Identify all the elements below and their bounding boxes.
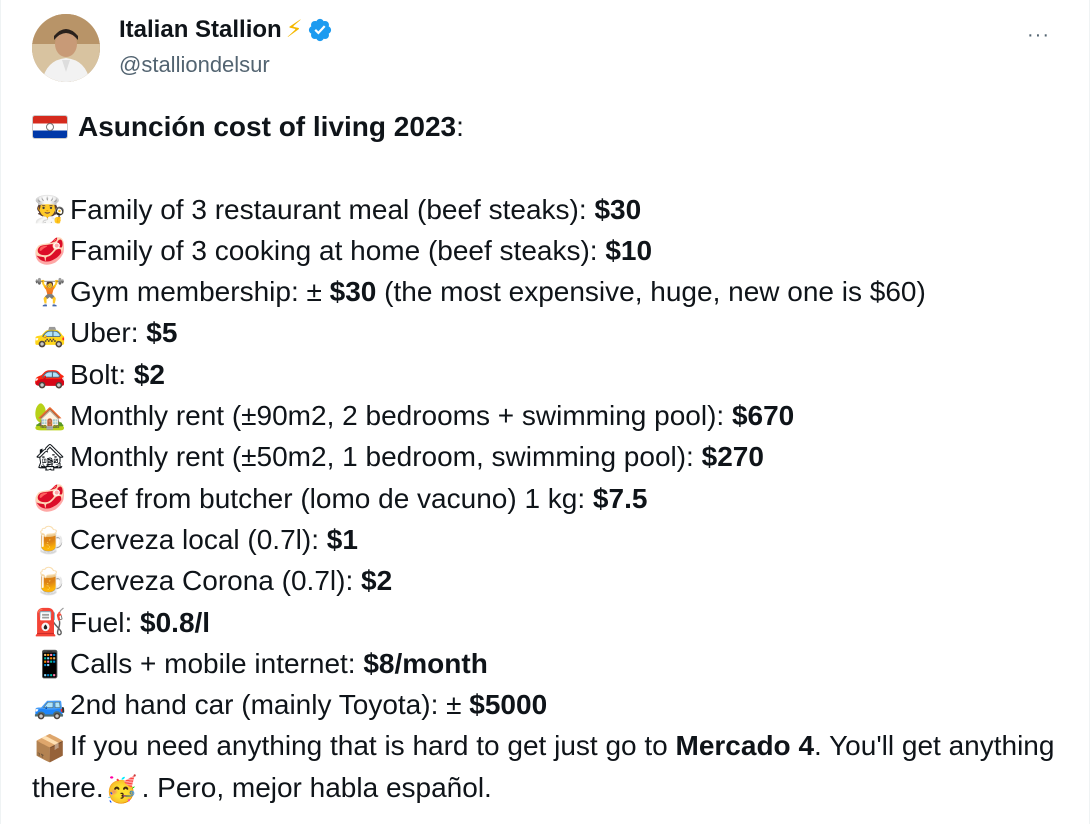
- item-price: $30: [594, 193, 642, 225]
- list-item: 🥩 Beef from butcher (lomo de vacuno) 1 kg…: [32, 478, 1072, 519]
- item-label: Gym membership: ±: [70, 276, 330, 308]
- item-emoji-icon: 🚕: [33, 318, 67, 349]
- item-emoji-icon: ⛽: [33, 607, 67, 638]
- item-label: Cerveza local (0.7l):: [70, 523, 327, 555]
- item-price: $5: [146, 317, 178, 349]
- item-price: $7.5: [592, 482, 648, 514]
- item-price: $270: [701, 441, 764, 473]
- list-item: 🥩 Family of 3 cooking at home (beef steak…: [32, 230, 1072, 271]
- tweet-title-suffix: :: [456, 111, 464, 142]
- list-item: 🚕 Uber: $5: [32, 312, 1072, 353]
- list-item: 🍺 Cerveza Corona (0.7l): $2: [32, 560, 1072, 601]
- list-item: 🚙 2nd hand car (mainly Toyota): ± $5000: [32, 684, 1072, 725]
- item-label: Calls + mobile internet:: [70, 647, 364, 679]
- list-item: 🍺 Cerveza local (0.7l): $1: [32, 519, 1072, 560]
- author-name-row: Italian Stallion ⚡: [119, 16, 333, 44]
- item-label: Fuel:: [70, 606, 141, 638]
- list-item: 🚗 Bolt: $2: [32, 354, 1072, 395]
- item-emoji-icon: 🍺: [33, 524, 67, 555]
- tweet-title-line: Asunción cost of living 2023:: [32, 106, 1072, 147]
- item-price: $0.8/l: [140, 606, 211, 638]
- package-emoji-icon: 📦: [33, 733, 67, 764]
- list-item: 🏋 Gym membership: ± $30 (the most expensi…: [32, 271, 1072, 312]
- item-label: Uber:: [70, 317, 147, 349]
- item-emoji-icon: 🏚: [33, 442, 67, 473]
- item-emoji-icon: 🏋: [33, 276, 67, 307]
- item-price: $2: [361, 565, 393, 597]
- item-label: Family of 3 restaurant meal (beef steaks…: [70, 193, 595, 225]
- item-label: Beef from butcher (lomo de vacuno) 1 kg:: [70, 482, 593, 514]
- item-price: $1: [326, 523, 358, 555]
- item-label: 2nd hand car (mainly Toyota): ±: [70, 689, 470, 721]
- party-face-emoji-icon: 🥳: [105, 774, 138, 805]
- item-price: $2: [133, 358, 165, 390]
- item-label: Family of 3 cooking at home (beef steaks…: [70, 234, 606, 266]
- item-label: Bolt:: [70, 358, 134, 390]
- item-emoji-icon: 🏡: [33, 400, 67, 431]
- item-emoji-icon: 📱: [33, 648, 67, 679]
- list-item: 📱 Calls + mobile internet: $8/month: [32, 643, 1072, 684]
- avatar[interactable]: [32, 14, 100, 82]
- item-emoji-icon: 🥩: [33, 235, 67, 266]
- item-emoji-icon: 🍺: [33, 565, 67, 596]
- item-price: $30: [329, 276, 377, 308]
- list-item: 🧑‍🍳 Family of 3 restaurant meal (beef ste…: [32, 189, 1072, 230]
- tweet-text: Asunción cost of living 2023: 🧑‍🍳 Family …: [32, 106, 1072, 808]
- user-handle[interactable]: @stalliondelsur: [119, 52, 270, 78]
- item-label: Monthly rent (±50m2, 1 bedroom, swimming…: [70, 441, 702, 473]
- item-emoji-icon: 🧑‍🍳: [33, 194, 67, 225]
- lightning-bolt-icon: ⚡: [285, 16, 303, 43]
- paraguay-flag-icon: [32, 114, 68, 139]
- tweet-title: Asunción cost of living 2023: [78, 111, 457, 142]
- closing-paragraph: 📦 If you need anything that is hard to ge…: [32, 725, 1072, 808]
- list-item: 🏡 Monthly rent (±90m2, 2 bedrooms + swimm…: [32, 395, 1072, 436]
- display-name[interactable]: Italian Stallion: [119, 16, 282, 44]
- closing-text-3: . Pero, mejor habla español.: [141, 771, 492, 803]
- tweet-card: Italian Stallion ⚡ @stalliondelsur ··· A…: [0, 0, 1090, 824]
- item-emoji-icon: 🚗: [33, 359, 67, 390]
- item-price: $10: [605, 234, 653, 266]
- item-emoji-icon: 🥩: [33, 483, 67, 514]
- item-note: (the most expensive, huge, new one is $6…: [376, 276, 926, 308]
- item-price: $670: [731, 400, 795, 432]
- item-price: $8/month: [363, 647, 488, 679]
- item-emoji-icon: 🚙: [33, 689, 67, 720]
- list-item: 🏚 Monthly rent (±50m2, 1 bedroom, swimmin…: [32, 436, 1072, 477]
- mercado-link-text: Mercado 4: [675, 730, 815, 762]
- more-options-icon[interactable]: ···: [1027, 24, 1050, 47]
- closing-text-1: If you need anything that is hard to get…: [70, 730, 676, 762]
- verified-badge-icon[interactable]: [307, 17, 333, 43]
- list-item: ⛽ Fuel: $0.8/l: [32, 602, 1072, 643]
- item-price: $5000: [469, 689, 548, 721]
- item-label: Monthly rent (±90m2, 2 bedrooms + swimmi…: [70, 400, 732, 432]
- item-label: Cerveza Corona (0.7l):: [70, 565, 362, 597]
